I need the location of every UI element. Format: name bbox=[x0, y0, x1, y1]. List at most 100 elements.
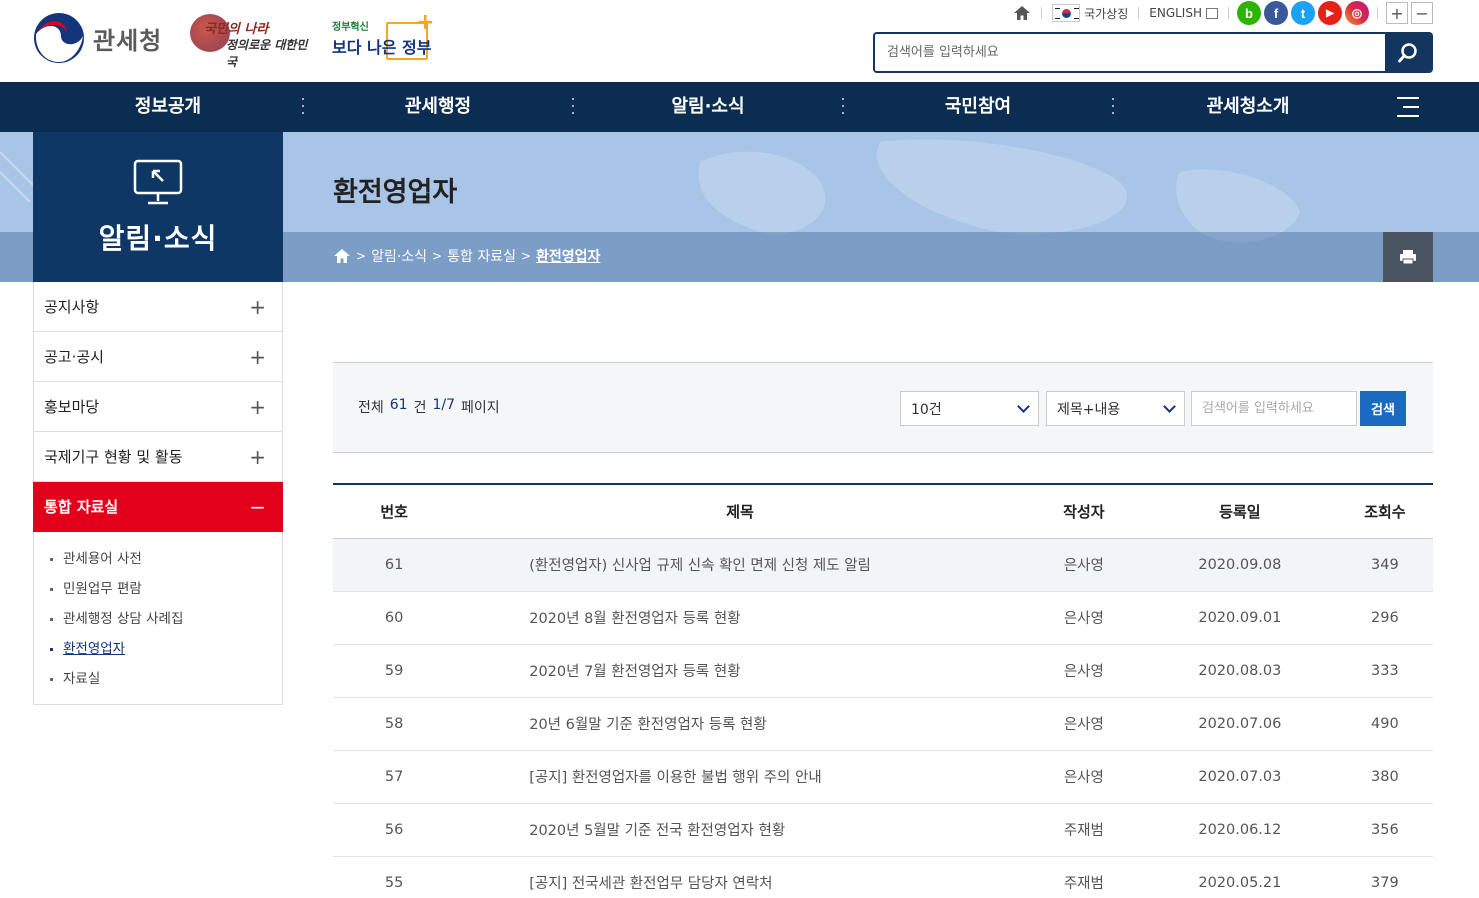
sns-links: b f t ▶ ◎ bbox=[1229, 1, 1377, 25]
board-search-input[interactable] bbox=[1191, 391, 1357, 426]
row-title-link[interactable]: 20년 6월말 기준 환전영업자 등록 현황 bbox=[455, 697, 1025, 751]
table-row[interactable]: 59 2020년 7월 환전영업자 등록 현황 은사영 2020.08.03 333 bbox=[333, 644, 1433, 698]
national-symbol-link[interactable]: 국가상징 bbox=[1042, 4, 1138, 22]
row-writer: 은사영 bbox=[1024, 591, 1143, 645]
lnb-item-pr[interactable]: 홍보마당 + bbox=[33, 382, 283, 432]
home-link[interactable] bbox=[1003, 5, 1041, 21]
chevron-down-icon bbox=[1163, 400, 1176, 413]
utility-bar: 국가상징 ENGLISH b f t ▶ ◎ + − bbox=[1003, 1, 1433, 25]
row-title-link[interactable]: 2020년 8월 환전영업자 등록 현황 bbox=[455, 591, 1025, 645]
row-views: 380 bbox=[1336, 750, 1433, 804]
column-header: 조회수 bbox=[1336, 483, 1433, 539]
row-writer: 주재범 bbox=[1024, 856, 1143, 898]
row-title-link[interactable]: [공지] 전국세관 환전업무 담당자 연락처 bbox=[455, 856, 1025, 898]
per-page-select[interactable]: 10건 bbox=[900, 391, 1039, 426]
search-type-select[interactable]: 제목+내용 bbox=[1046, 391, 1185, 426]
table-row[interactable]: 58 20년 6월말 기준 환전영업자 등록 현황 은사영 2020.07.06 490 bbox=[333, 697, 1433, 751]
main-navigation: 정보공개 관세행정 알림·소식 국민참여 관세청소개 bbox=[0, 82, 1479, 132]
blog-icon[interactable]: b bbox=[1237, 1, 1261, 25]
lnb-title: 알림·소식 bbox=[98, 222, 218, 255]
english-link[interactable]: ENGLISH bbox=[1139, 6, 1228, 20]
youtube-icon[interactable]: ▶ bbox=[1318, 1, 1342, 25]
twitter-icon[interactable]: t bbox=[1291, 1, 1315, 25]
row-date: 2020.05.21 bbox=[1142, 856, 1337, 898]
kcs-emblem-icon bbox=[34, 13, 84, 63]
slogan1-bottom: 정의로운 대한민국 bbox=[226, 38, 308, 69]
lnb-item-archive[interactable]: 통합 자료실 − bbox=[33, 482, 283, 532]
lnb-sub-item[interactable]: 민원업무 편람 bbox=[50, 574, 282, 604]
table-row[interactable]: 60 2020년 8월 환전영업자 등록 현황 은사영 2020.09.01 296 bbox=[333, 591, 1433, 645]
zoom-controls: + − bbox=[1378, 2, 1433, 24]
home-icon[interactable] bbox=[333, 248, 351, 264]
row-title-link[interactable]: (환전영업자) 신사업 규제 신속 확인 면제 신청 제도 알림 bbox=[455, 538, 1025, 592]
row-title-link[interactable]: [공지] 환전영업자를 이용한 불법 행위 주의 안내 bbox=[455, 750, 1025, 804]
page-title: 환전영업자 bbox=[333, 177, 458, 208]
board-search-button[interactable]: 검색 bbox=[1360, 391, 1406, 426]
site-logo[interactable]: 관세청 bbox=[33, 12, 162, 64]
board-table: 번호 제목 작성자 등록일 조회수 61 (환전영업자) 신사업 규제 신속 확인… bbox=[333, 483, 1433, 898]
breadcrumb-item[interactable]: 통합 자료실 bbox=[447, 246, 516, 266]
zoom-out-icon[interactable]: − bbox=[1411, 2, 1433, 24]
board-search-bar: 전체 61 건 1/7 페이지 10건 제목+내용 검색 bbox=[333, 362, 1433, 453]
lnb-item-announcement[interactable]: 공고·공시 + bbox=[33, 332, 283, 382]
row-date: 2020.06.12 bbox=[1142, 803, 1337, 857]
site-search-button[interactable] bbox=[1385, 34, 1431, 71]
row-date: 2020.08.03 bbox=[1142, 644, 1337, 698]
zoom-in-icon[interactable]: + bbox=[1386, 2, 1408, 24]
row-date: 2020.07.03 bbox=[1142, 750, 1337, 804]
lnb-sub-item-current[interactable]: 환전영업자 bbox=[50, 634, 282, 664]
column-header: 번호 bbox=[333, 483, 456, 539]
minus-icon: − bbox=[249, 494, 266, 519]
lnb-submenu: 관세용어 사전 민원업무 편람 관세행정 상담 사례집 환전영업자 자료실 bbox=[33, 532, 283, 705]
table-row[interactable]: 55 [공지] 전국세관 환전업무 담당자 연락처 주재범 2020.05.21 379 bbox=[333, 856, 1433, 898]
slogan-banner-2[interactable]: + 정부혁신 보다 나은 정부 bbox=[332, 10, 434, 62]
menu-icon[interactable] bbox=[1397, 97, 1419, 117]
row-writer: 은사영 bbox=[1024, 644, 1143, 698]
lnb-sub-item[interactable]: 관세행정 상담 사례집 bbox=[50, 604, 282, 634]
gnb-item-customs[interactable]: 관세행정 bbox=[303, 82, 573, 132]
gnb-item-info[interactable]: 정보공개 bbox=[33, 82, 303, 132]
plus-icon: + bbox=[249, 444, 266, 469]
row-number: 59 bbox=[333, 644, 456, 698]
slogan2-top: 정부혁신 bbox=[332, 22, 369, 33]
instagram-icon[interactable]: ◎ bbox=[1345, 1, 1369, 25]
facebook-icon[interactable]: f bbox=[1264, 1, 1288, 25]
logo-text: 관세청 bbox=[93, 26, 163, 55]
row-views: 379 bbox=[1336, 856, 1433, 898]
gnb-item-news[interactable]: 알림·소식 bbox=[573, 82, 843, 132]
table-row[interactable]: 57 [공지] 환전영업자를 이용한 불법 행위 주의 안내 은사영 2020.07.… bbox=[333, 750, 1433, 804]
breadcrumb: > 알림·소식 > 통합 자료실 > 환전영업자 bbox=[333, 246, 600, 266]
site-search bbox=[873, 32, 1433, 73]
breadcrumb-item[interactable]: 알림·소식 bbox=[371, 246, 427, 266]
chevron-right-icon: > bbox=[356, 249, 367, 263]
gnb-item-about[interactable]: 관세청소개 bbox=[1113, 82, 1383, 132]
row-title-link[interactable]: 2020년 7월 환전영업자 등록 현황 bbox=[455, 644, 1025, 698]
row-views: 490 bbox=[1336, 697, 1433, 751]
row-writer: 은사영 bbox=[1024, 750, 1143, 804]
slogan2-bottom: 보다 나은 정부 bbox=[332, 38, 432, 57]
table-row[interactable]: 61 (환전영업자) 신사업 규제 신속 확인 면제 신청 제도 알림 은사영 202… bbox=[333, 538, 1433, 592]
row-views: 333 bbox=[1336, 644, 1433, 698]
chevron-right-icon: > bbox=[432, 249, 443, 263]
slogan-banner-1[interactable]: 국민의 나라 정의로운 대한민국 bbox=[190, 14, 310, 69]
search-icon bbox=[1398, 42, 1417, 62]
lnb-item-notice[interactable]: 공지사항 + bbox=[33, 282, 283, 332]
chevron-down-icon bbox=[1017, 400, 1030, 413]
print-button[interactable] bbox=[1383, 232, 1433, 282]
home-icon bbox=[1014, 6, 1031, 20]
site-search-input[interactable] bbox=[875, 34, 1385, 71]
gnb-item-participation[interactable]: 국민참여 bbox=[843, 82, 1113, 132]
breadcrumb-current[interactable]: 환전영업자 bbox=[536, 246, 600, 266]
column-header: 작성자 bbox=[1024, 483, 1143, 539]
total-count: 전체 61 건 1/7 페이지 bbox=[358, 397, 500, 416]
site-header: 관세청 국민의 나라 정의로운 대한민국 + 정부혁신 보다 나은 정부 국가상… bbox=[0, 0, 1479, 82]
row-title-link[interactable]: 2020년 5월말 기준 전국 환전영업자 현황 bbox=[455, 803, 1025, 857]
lnb-sub-item[interactable]: 자료실 bbox=[50, 664, 282, 694]
row-date: 2020.09.01 bbox=[1142, 591, 1337, 645]
table-header-row: 번호 제목 작성자 등록일 조회수 bbox=[333, 483, 1433, 539]
korean-flag-icon bbox=[1052, 4, 1081, 22]
lnb-item-international[interactable]: 국제기구 현황 및 활동 + bbox=[33, 432, 283, 482]
side-navigation: 공지사항 + 공고·공시 + 홍보마당 + 국제기구 현황 및 활동 + 통합 … bbox=[33, 282, 283, 705]
table-row[interactable]: 56 2020년 5월말 기준 전국 환전영업자 현황 주재범 2020.06.12 3… bbox=[333, 803, 1433, 857]
lnb-sub-item[interactable]: 관세용어 사전 bbox=[50, 544, 282, 574]
